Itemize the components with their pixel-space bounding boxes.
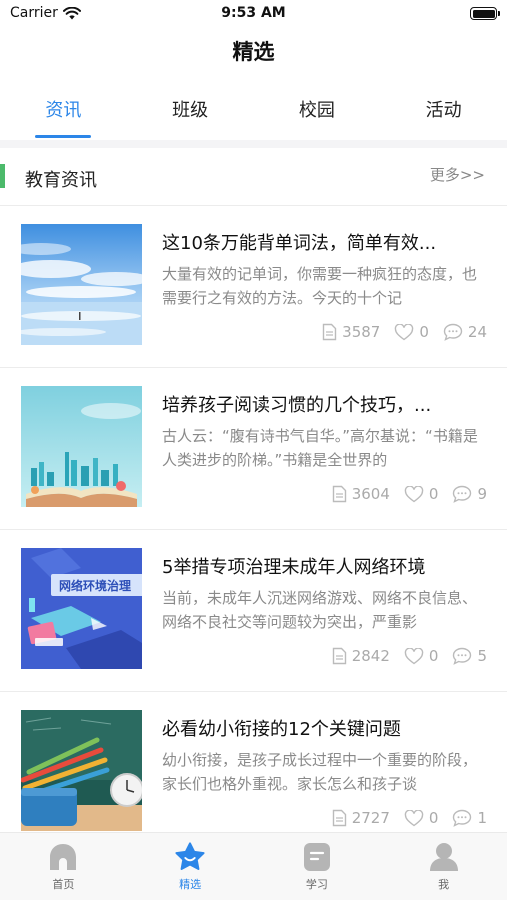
article-stats: 2842 0 5 [332,647,487,665]
battery-icon [470,7,500,20]
comments-stat[interactable]: 5 [452,647,487,665]
views-count: 2842 [351,647,390,665]
comments-stat[interactable]: 24 [443,323,487,341]
article-title: 这10条万能背单词法，简单有效... [162,233,437,254]
likes-stat[interactable]: 0 [404,485,439,503]
heart-icon [404,647,424,664]
article-list: 这10条万能背单词法，简单有效... 大量有效的记单词，你需要一种疯狂的态度，也… [0,206,507,854]
comment-icon [453,485,472,503]
bottom-tab-bar: 首页 精选 学习 我 [0,832,507,900]
comments-count: 1 [477,809,487,827]
comments-count: 24 [467,323,487,341]
pencils-clock-image [21,710,142,831]
network-environment-image: 网络环境治理 [21,548,142,669]
tabbar-label: 我 [438,878,450,891]
likes-count: 0 [428,809,439,827]
views-stat: 2727 [332,809,390,827]
views-stat: 2842 [332,647,390,665]
active-tab-indicator [35,135,92,138]
views-count: 2727 [351,809,390,827]
article-summary: 幼小衔接，是孩子成长过程中一个重要的阶段，家长们也格外重视。家长怎么和孩子谈 [162,751,478,793]
page-title: 精选 [232,40,275,64]
star-icon [175,842,205,870]
document-icon [322,323,337,341]
article-stats: 2727 0 1 [332,809,487,827]
views-stat: 3587 [322,323,380,341]
tabbar-label: 首页 [52,878,75,891]
section-header: 教育资讯 更多>> [0,148,507,206]
tab-news[interactable]: 资讯 [0,90,127,140]
tabbar-item-study[interactable]: 学习 [254,833,381,900]
comments-count: 9 [477,485,487,503]
article-item[interactable]: 这10条万能背单词法，简单有效... 大量有效的记单词，你需要一种疯狂的态度，也… [0,206,507,368]
likes-stat[interactable]: 0 [394,323,429,341]
more-link[interactable]: 更多>> [430,164,485,185]
article-stats: 3587 0 24 [322,323,487,341]
document-icon [332,647,346,665]
thumb-caption: 网络环境治理 [59,578,131,593]
comment-icon [453,647,472,665]
views-stat: 3604 [332,485,390,503]
article-item[interactable]: 培养孩子阅读习惯的几个技巧，... 古人云：“腹有诗书气自华。”高尔基说：“书籍… [0,368,507,530]
comments-stat[interactable]: 1 [452,809,487,827]
heart-icon [404,485,424,502]
profile-icon [429,843,458,871]
section-marker [0,164,5,188]
clock: 9:53 AM [221,5,286,21]
tab-label: 校园 [298,100,335,121]
tabbar-item-featured[interactable]: 精选 [127,833,254,900]
tab-activity[interactable]: 活动 [380,90,507,140]
document-icon [332,485,346,503]
category-tabs: 资讯 班级 校园 活动 [0,90,507,140]
likes-stat[interactable]: 0 [404,647,439,665]
home-icon [50,844,77,870]
likes-count: 0 [419,323,429,341]
likes-count: 0 [428,485,439,503]
article-stats: 3604 0 9 [332,485,487,503]
tabbar-label: 精选 [179,878,202,891]
city-book-image [21,386,142,507]
likes-stat[interactable]: 0 [404,809,439,827]
tab-label: 活动 [425,100,462,121]
article-title: 必看幼小衔接的12个关键问题 [162,719,401,740]
tab-label: 班级 [172,100,209,121]
article-item[interactable]: 必看幼小衔接的12个关键问题 幼小衔接，是孩子成长过程中一个重要的阶段，家长们也… [0,692,507,854]
section-title: 教育资讯 [25,170,97,191]
divider [0,140,507,148]
article-summary: 大量有效的记单词，你需要一种疯狂的态度，也需要行之有效的方法。今天的十个记 [162,265,478,307]
tab-campus[interactable]: 校园 [254,90,381,140]
heart-icon [404,809,424,826]
article-summary: 古人云：“腹有诗书气自华。”高尔基说：“书籍是人类进步的阶梯。”书籍是全世界的 [162,427,478,469]
tabbar-item-home[interactable]: 首页 [0,833,127,900]
comment-icon [453,809,472,827]
comments-stat[interactable]: 9 [452,485,487,503]
comments-count: 5 [477,647,487,665]
article-title: 5举措专项治理未成年人网络环境 [162,557,426,578]
article-item[interactable]: 网络环境治理 5举措专项治理未成年人网络环境 当前，未成年人沉迷网络游戏、网络不… [0,530,507,692]
comment-icon [443,323,463,341]
article-title: 培养孩子阅读习惯的几个技巧，... [162,395,432,416]
tabbar-label: 学习 [305,878,328,891]
tab-label: 资讯 [45,100,82,121]
tab-class[interactable]: 班级 [127,90,254,140]
document-icon [332,809,346,827]
views-count: 3604 [351,485,390,503]
sky-landscape-image [21,224,142,345]
article-summary: 当前，未成年人沉迷网络游戏、网络不良信息、网络不良社交等问题较为突出，严重影 [162,589,478,631]
status-bar: Carrier 9:53 AM [0,0,507,28]
likes-count: 0 [428,647,439,665]
app-screen: Carrier 9:53 AM 精选 资讯 班级 校园 活动 教育资讯 更多>>… [0,0,507,900]
study-icon [303,843,330,871]
tabbar-item-me[interactable]: 我 [380,833,507,900]
views-count: 3587 [342,323,381,341]
heart-icon [395,323,414,340]
